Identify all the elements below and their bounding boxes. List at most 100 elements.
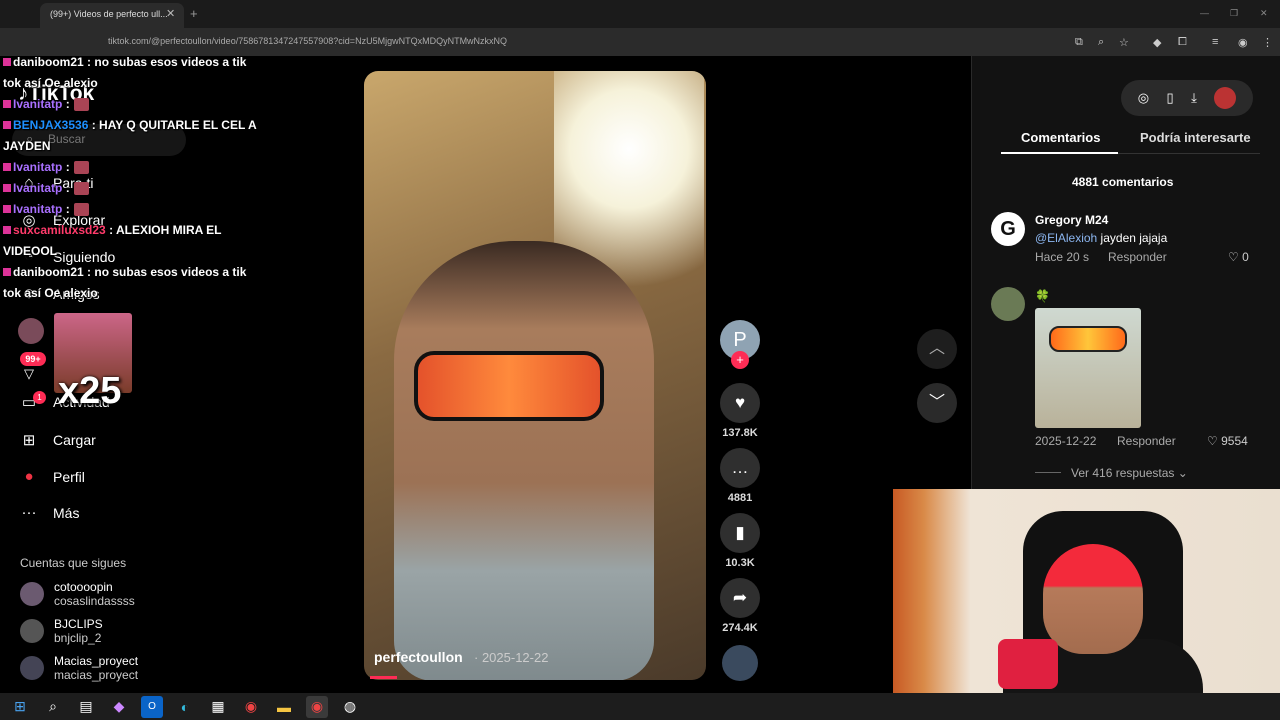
kebab-menu-icon[interactable]: ⋮: [1262, 36, 1273, 49]
profile-menu-icon[interactable]: ◉: [1238, 36, 1248, 49]
browser-tab[interactable]: (99+) Videos de perfecto ull...: [40, 3, 184, 28]
webcam-overlay: [893, 489, 1280, 720]
windows-start-icon[interactable]: ⊞: [9, 696, 31, 718]
file-explorer-icon[interactable]: ▬: [273, 696, 295, 718]
sticker-sunglasses: [1049, 326, 1127, 352]
chat-message: Ivanitatp :: [3, 178, 265, 199]
heart-outline-icon: ♡: [1228, 250, 1243, 264]
commenter-avatar[interactable]: [991, 287, 1025, 321]
following-account[interactable]: BJCLIPS bnjclip_2: [20, 617, 103, 645]
chevron-down-icon: ﹀: [928, 394, 945, 411]
bookmark-star-icon[interactable]: ☆: [1119, 36, 1129, 49]
share-count: 274.4K: [722, 622, 758, 634]
following-account[interactable]: cotoooopin cosaslindassss: [20, 580, 135, 608]
close-tab-icon[interactable]: ✕: [166, 7, 175, 20]
search-icon[interactable]: ⌕: [42, 696, 64, 718]
store-icon[interactable]: ▦: [207, 696, 229, 718]
following-account[interactable]: Macias_proyect macias_proyect: [20, 654, 138, 682]
nav-mas[interactable]: ··· Más: [20, 504, 80, 521]
share-action[interactable]: ➦ 274.4K: [720, 578, 760, 634]
comment-action[interactable]: … 4881: [720, 448, 760, 504]
reply-button[interactable]: Responder: [1117, 434, 1176, 448]
chat-badge-icon: [3, 226, 11, 234]
replies-divider: [1035, 472, 1061, 473]
comment-sticker-image[interactable]: [1035, 308, 1141, 428]
cast-icon[interactable]: ⧉: [1075, 36, 1083, 49]
previous-video-button[interactable]: ︿: [917, 329, 957, 369]
chevron-down-icon: ⌄: [1177, 466, 1188, 480]
messages-icon[interactable]: ▽: [24, 366, 34, 382]
bookmark-count: 10.3K: [725, 557, 755, 569]
account-handle: cosaslindassss: [54, 594, 135, 608]
extension-icon[interactable]: ◆: [1153, 36, 1161, 49]
avatar: [20, 619, 44, 643]
music-disc-icon[interactable]: [722, 645, 758, 681]
chat-message: Ivanitatp :: [3, 199, 265, 220]
playlist-icon[interactable]: ≡: [1212, 36, 1218, 48]
video-date: · 2025-12-22: [474, 650, 549, 665]
chat-emote: [73, 182, 89, 196]
comment-mention[interactable]: @ElAlexioh: [1035, 231, 1097, 245]
video-progress-bar[interactable]: [370, 676, 398, 679]
stream-chat-overlay: daniboom21 : no subas esos videos a tik …: [3, 52, 265, 304]
live-avatar[interactable]: [18, 318, 44, 344]
activity-badge: 1: [33, 391, 46, 404]
bookmark-action[interactable]: ▮ 10.3K: [720, 513, 760, 569]
chat-emote: [73, 98, 89, 112]
share-icon: ➦: [720, 578, 760, 618]
comment-author[interactable]: Gregory M24: [1035, 213, 1108, 227]
url-input[interactable]: tiktok.com/@perfectoullon/video/75867813…: [108, 36, 507, 46]
chat-badge-icon: [3, 58, 11, 66]
reply-button[interactable]: Responder: [1108, 250, 1167, 264]
obs-icon[interactable]: ◍: [339, 696, 361, 718]
comment-count: 4881: [727, 492, 753, 504]
close-window-icon[interactable]: ✕: [1260, 8, 1268, 19]
copilot-icon[interactable]: ◆: [108, 696, 130, 718]
chat-username: suxcamiluxsd23: [13, 223, 106, 237]
chat-badge-icon: [3, 205, 11, 213]
chat-text: :: [65, 97, 70, 111]
video-player[interactable]: [364, 71, 706, 680]
chat-username: Ivanitatp: [13, 181, 63, 195]
microphone: [998, 639, 1058, 689]
compass-icon[interactable]: ◎: [1138, 90, 1149, 106]
new-tab-icon[interactable]: +: [190, 6, 198, 21]
chat-username: daniboom21: [13, 55, 84, 69]
tab-podria-interesarte[interactable]: Podría interesarte: [1140, 130, 1251, 145]
like-action[interactable]: ♥ 137.8K: [720, 383, 760, 439]
video-sunglasses: [414, 351, 604, 421]
view-replies-button[interactable]: Ver 416 respuestas ⌄: [1071, 466, 1188, 480]
puzzle-icon[interactable]: ⧠: [1178, 36, 1187, 49]
comment-time: Hace 20 s: [1035, 250, 1090, 264]
chat-text: :: [65, 160, 70, 174]
video-author[interactable]: perfectoullon: [374, 649, 463, 665]
heart-icon: ♥: [720, 383, 760, 423]
next-video-button[interactable]: ﹀: [917, 383, 957, 423]
replies-label: Ver 416 respuestas: [1071, 466, 1175, 480]
tab-title: (99+) Videos de perfecto ull...: [50, 9, 168, 19]
comment-text: @ElAlexioh jayden jajaja: [1035, 231, 1167, 245]
task-view-icon[interactable]: ▤: [75, 696, 97, 718]
comment-like[interactable]: ♡ 9554: [1207, 434, 1248, 448]
comment-like[interactable]: ♡ 0: [1228, 250, 1249, 264]
chat-badge-icon: [3, 100, 11, 108]
nav-perfil[interactable]: ● Perfil: [20, 468, 84, 485]
chrome-active-icon[interactable]: ◉: [306, 695, 328, 718]
nav-cargar[interactable]: ⊞ Cargar: [20, 431, 96, 449]
edge-icon[interactable]: ◐: [174, 696, 196, 718]
download-icon[interactable]: ⤓: [1191, 90, 1197, 106]
tab-comentarios[interactable]: Comentarios: [1021, 130, 1100, 145]
user-avatar[interactable]: [1214, 87, 1237, 109]
follow-plus-icon[interactable]: +: [731, 351, 749, 369]
chrome-icon[interactable]: ◉: [240, 696, 262, 718]
phone-icon[interactable]: ▯: [1167, 90, 1174, 106]
chat-text: :: [65, 202, 70, 216]
chat-emote: [73, 203, 89, 217]
outlook-icon[interactable]: O: [141, 695, 163, 718]
zoom-icon[interactable]: ⌕: [1098, 36, 1104, 49]
comment-author[interactable]: 🍀: [1035, 289, 1050, 303]
maximize-icon[interactable]: ❐: [1230, 8, 1238, 19]
chat-username: BENJAX3536: [13, 118, 89, 132]
minimize-icon[interactable]: —: [1200, 8, 1209, 18]
commenter-avatar[interactable]: G: [991, 212, 1025, 246]
